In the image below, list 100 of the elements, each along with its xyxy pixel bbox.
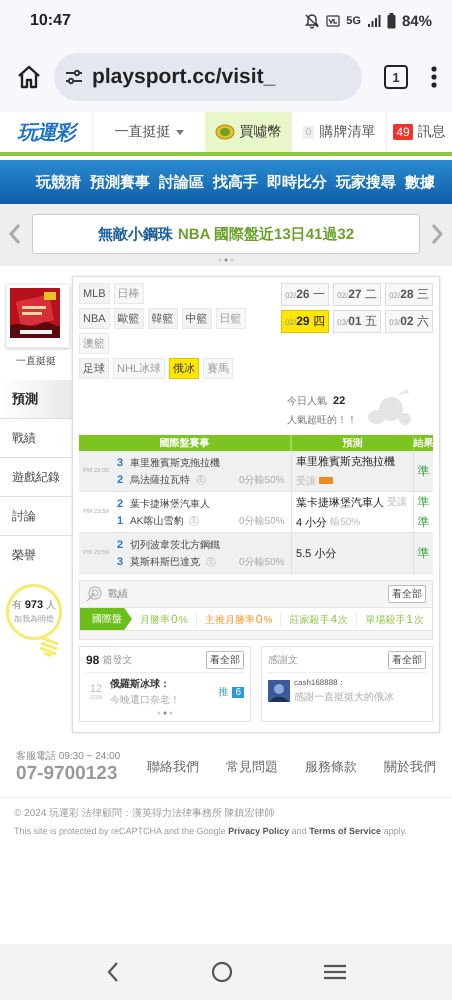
battery-level: 84% [402,12,432,30]
team-score: 2 [117,474,124,486]
post-title[interactable]: 俄羅斯冰球： [110,677,214,691]
handicap-line: 0分輸50% [239,474,286,488]
signal-icon [366,14,381,28]
sport-tab[interactable]: NBA [79,308,110,329]
result-text: 準 [413,451,433,491]
team-name: 葉卡捷琳堡汽車人 [130,498,210,510]
sport-tab[interactable]: 韓籃 [148,308,178,329]
back-icon[interactable] [106,961,120,983]
prediction-note: 受讓 [387,496,407,509]
banner-text: NBA 國際盤近13日41過32 [178,224,354,244]
message-link[interactable]: 訊息 [418,123,446,141]
prediction-text: 5.5 小分 [296,546,336,560]
banner-card[interactable]: 無敵小鋼珠 NBA 國際盤近13日41過32 [32,214,420,254]
date-tab[interactable]: 02/26 一 [281,283,329,306]
stat-item: 主推月勝率0% [196,612,282,626]
thanks-title: 感謝文 [268,654,299,667]
sport-tab[interactable]: 中籃 [182,308,212,329]
view-all-button[interactable]: 看全部 [206,651,244,669]
url-text: playsport.cc/visit_ [92,65,276,89]
team-score: 2 [117,538,124,550]
nav-link[interactable]: 玩競猜 [36,172,81,192]
team-name: 切列波韋茨北方鋼鐵 [130,538,220,552]
sport-tab[interactable]: MLB [79,283,110,304]
handicap-line: 0分輸50% [239,556,286,570]
popularity-label: 今日人氣 [287,396,327,407]
profile-name: 一直挺挺 [15,354,57,368]
muted-bell-icon [304,13,320,29]
result-text: 準 [413,512,433,532]
prediction-text: 4 小分 [296,516,328,530]
team-score: 3 [117,556,124,568]
handicap-line: 0分輸50% [239,515,286,529]
stat-item: 月勝率0% [132,612,197,626]
team-name: 烏法薩拉瓦特 [130,474,190,486]
post-number: 12 [90,683,102,695]
nav-link[interactable]: 數據 [405,172,435,192]
recent-apps-icon[interactable] [324,964,346,980]
nav-link[interactable]: 找高手 [213,172,258,192]
post-count: 98 [86,653,100,667]
network-type: 5G [346,15,361,27]
team-score: 3 [117,456,124,468]
sport-tab[interactable]: 俄冰 [169,358,200,379]
nav-link[interactable]: 即時比分 [267,172,327,192]
recaptcha-notice: This site is protected by reCAPTCHA and the Google Privacy Policy and Terms of Service apply. [14,826,408,836]
sport-tab[interactable]: 歐籃 [114,308,144,329]
popularity-value: 22 [333,395,346,407]
address-bar[interactable]: playsport.cc/visit_ [54,53,362,101]
date-tab[interactable]: 02/27 二 [333,283,381,306]
fans-note: 加我為明燈 [14,614,54,625]
team-score: 1 [117,514,124,526]
team-name: 莫斯科斯巴達克 [130,556,200,568]
view-all-button[interactable]: 看全部 [388,585,426,603]
copyright-text: © 2024 玩運彩 法律顧問：漢英得力法律事務所 陳鎮宏律師 [14,806,276,820]
prediction-text: 車里雅賓斯克拖拉機 [296,454,395,470]
nav-link[interactable]: 玩家搜尋 [336,172,396,192]
thanks-user: cash168888： [294,677,347,688]
footer-link[interactable]: 常見問題 [226,758,278,776]
footer-link[interactable]: 聯絡我們 [147,758,200,776]
cart-link[interactable]: 購牌清單 [319,123,376,141]
volte-icon [326,14,340,28]
coin-icon [214,124,234,140]
nav-link[interactable]: 討論區 [159,172,204,192]
popularity-note: 人氣超旺的！！ [287,414,357,427]
menu-icon[interactable] [430,65,438,89]
stat-item: 莊家殺手4次 [281,612,358,626]
stats-title: 戰績 [108,588,129,601]
date-tab[interactable]: 03/01 五 [333,310,381,333]
team-name: 車里雅賓斯克拖拉機 [130,456,220,470]
clock: 10:47 [30,12,71,30]
push-label: 推 [218,686,228,699]
team-score: 2 [117,498,124,510]
tab-count[interactable]: 1 [384,65,408,89]
thanks-text: 感謝一直挺挺大的俄冰 [294,690,395,704]
date-tab[interactable]: 03/02 六 [385,310,433,333]
sport-tab[interactable]: 足球 [79,358,109,379]
banner-name: 無敵小鋼珠 [98,224,173,244]
fans-count: 有 973 人 [12,598,56,612]
home-marker: 主 [190,516,200,526]
battery-icon [386,13,396,29]
tune-icon[interactable] [64,67,84,87]
footer-link[interactable]: 關於我們 [384,758,436,776]
prediction-note: 輸50% [330,516,360,529]
hotline-label: 客服電話 09:30 ~ 24:00 [16,750,120,763]
team-name: AK喀山雪豹 [130,514,184,528]
phone-number: 07-9700123 [16,763,118,785]
prediction-text: 葉卡捷琳堡汽車人 [296,496,384,510]
home-button-icon[interactable] [210,961,233,983]
view-all-button[interactable]: 看全部 [388,651,426,669]
nav-link[interactable]: 預測賽事 [90,172,150,192]
result-text: 準 [413,492,433,512]
date-tab[interactable]: 02/28 三 [385,283,433,306]
pagination-dots-icon [157,711,173,715]
pagination-dots-icon [218,258,234,262]
caret-icon [176,130,184,134]
footer-link[interactable]: 服務條款 [305,758,358,776]
target-icon [86,586,102,602]
date-tab[interactable]: 02/29 四 [281,310,329,333]
home-icon[interactable] [16,64,42,90]
posts-label: 篇發文 [102,654,134,667]
